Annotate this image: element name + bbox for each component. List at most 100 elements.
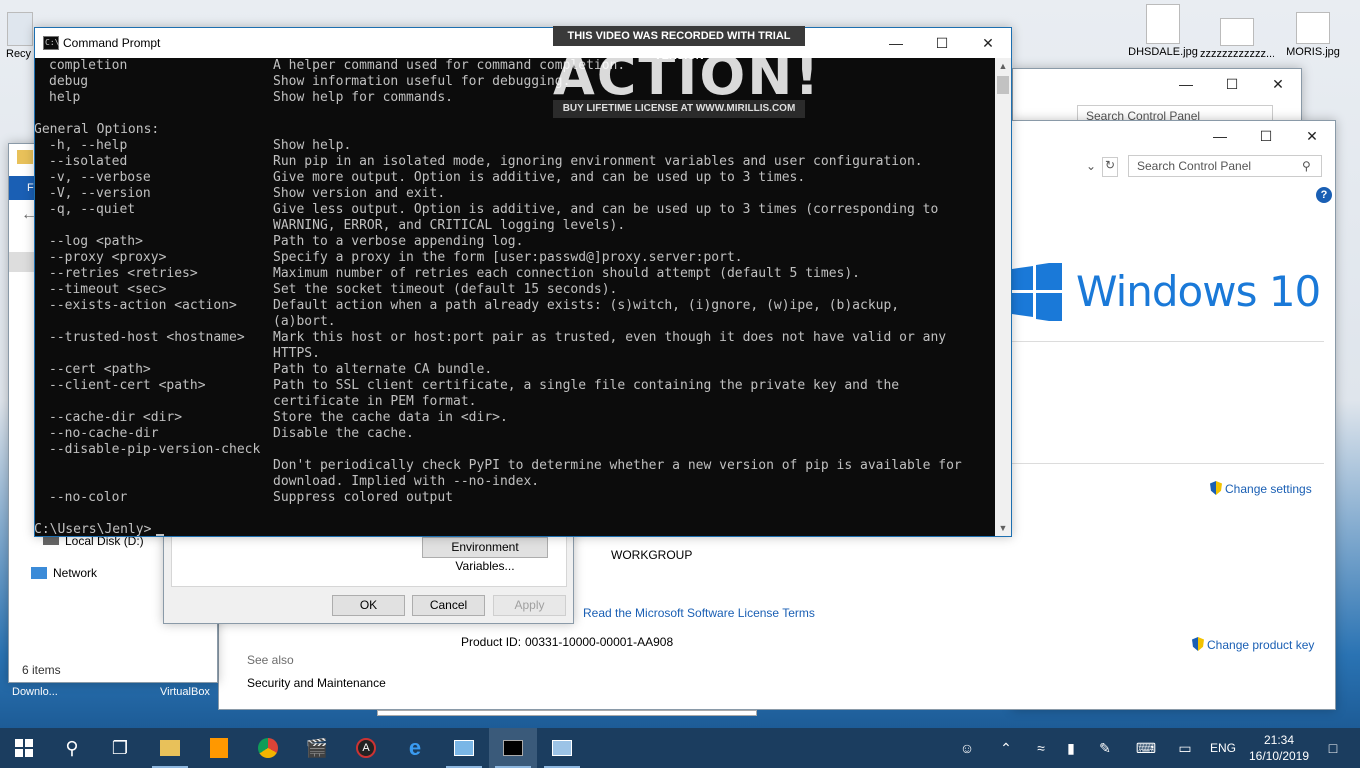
system-properties-icon[interactable] bbox=[538, 728, 586, 768]
file-explorer-icon[interactable] bbox=[146, 728, 194, 768]
network-icon bbox=[31, 567, 47, 579]
command-prompt-window: C:\ Command Prompt — ☐ ✕ completion A hel… bbox=[34, 27, 1012, 537]
people-icon[interactable]: ☺ bbox=[955, 728, 979, 768]
display-icon[interactable]: ▭ bbox=[1174, 728, 1196, 768]
scroll-up-icon[interactable]: ▲ bbox=[995, 58, 1011, 74]
start-button[interactable] bbox=[0, 728, 48, 768]
option-description: WARNING, ERROR, and CRITICAL logging lev… bbox=[273, 218, 626, 233]
change-settings-link[interactable]: Change settings bbox=[1210, 481, 1312, 496]
action-recorder-icon[interactable]: A bbox=[342, 728, 390, 768]
pen-icon[interactable]: ✎ bbox=[1094, 728, 1116, 768]
desktop-icon-label: DHSDALE.jpg bbox=[1128, 46, 1198, 58]
console-output[interactable]: completion A helper command used for comm… bbox=[35, 58, 997, 536]
option-name: --log <path> bbox=[49, 234, 143, 249]
option-description: Don't periodically check PyPI to determi… bbox=[273, 458, 962, 473]
change-settings-label: Change settings bbox=[1225, 482, 1312, 496]
refresh-icon[interactable]: ↻ bbox=[1102, 157, 1118, 177]
option-name: --exists-action <action> bbox=[49, 298, 237, 313]
option-name: --no-cache-dir bbox=[49, 426, 159, 441]
sublime-text-icon[interactable] bbox=[195, 728, 243, 768]
battery-icon[interactable]: ▮ bbox=[1060, 728, 1082, 768]
option-description: Mark this host or host:port pair as trus… bbox=[273, 330, 947, 345]
option-name: --cert <path> bbox=[49, 362, 151, 377]
cancel-button[interactable]: Cancel bbox=[412, 595, 485, 616]
license-terms-link[interactable]: Read the Microsoft Software License Term… bbox=[583, 606, 815, 620]
change-product-key-link[interactable]: Change product key bbox=[1192, 637, 1314, 652]
option-name: -q, --quiet bbox=[49, 202, 136, 217]
chrome-icon[interactable] bbox=[244, 728, 292, 768]
maximize-icon[interactable]: ☐ bbox=[1243, 121, 1289, 151]
network-item[interactable]: Network bbox=[31, 566, 97, 580]
minimize-icon[interactable]: — bbox=[873, 28, 919, 58]
console-line: completion A helper command used for comm… bbox=[35, 58, 997, 74]
watermark-bottom-text: BUY LIFETIME LICENSE AT WWW.MIRILLIS.COM bbox=[553, 100, 805, 118]
option-description: Specify a proxy in the form [user:passwd… bbox=[273, 250, 743, 265]
console-line: Don't periodically check PyPI to determi… bbox=[35, 458, 997, 474]
notifications-icon[interactable]: □ bbox=[1322, 728, 1344, 768]
close-icon[interactable]: ✕ bbox=[965, 28, 1011, 58]
option-name: --isolated bbox=[49, 154, 128, 169]
minimize-icon[interactable]: — bbox=[1163, 69, 1209, 99]
scroll-down-icon[interactable]: ▼ bbox=[995, 520, 1011, 536]
option-description: Give more output. Option is additive, an… bbox=[273, 170, 806, 185]
virtualbox-icon[interactable]: VirtualBox bbox=[150, 686, 220, 698]
search-input[interactable]: Search Control Panel bbox=[1128, 155, 1322, 177]
scroll-thumb[interactable] bbox=[997, 76, 1009, 94]
console-line: WARNING, ERROR, and CRITICAL logging lev… bbox=[35, 218, 997, 234]
chevron-up-icon[interactable]: ⌃ bbox=[996, 728, 1016, 768]
control-panel-window-back: — ☐ ✕ Search Control Panel bbox=[1012, 68, 1302, 127]
close-icon[interactable]: ✕ bbox=[1255, 69, 1301, 99]
option-description: Show version and exit. bbox=[273, 186, 446, 201]
folder-icon bbox=[17, 150, 33, 164]
console-line: --exists-action <action> Default action w… bbox=[35, 298, 997, 314]
clock[interactable]: 21:34 16/10/2019 bbox=[1244, 732, 1314, 764]
file-moris-icon[interactable]: MORIS.jpg bbox=[1276, 8, 1350, 58]
caption-buttons: — ☐ ✕ bbox=[873, 28, 1011, 58]
watermark-top-text: THIS VIDEO WAS RECORDED WITH TRIAL VERSI… bbox=[553, 26, 805, 62]
product-id-label: Product ID: bbox=[461, 635, 522, 649]
console-line: help Show help for commands. bbox=[35, 90, 997, 106]
keyboard-icon[interactable]: ⌨ bbox=[1134, 728, 1158, 768]
environment-variables-button[interactable]: Environment Variables... bbox=[422, 537, 548, 573]
text-cursor bbox=[156, 534, 164, 536]
movie-maker-icon[interactable]: 🎬 bbox=[293, 728, 341, 768]
option-name: -v, --verbose bbox=[49, 170, 151, 185]
window-title: Command Prompt bbox=[63, 36, 161, 50]
file-thumb bbox=[1146, 4, 1180, 44]
console-line: --isolated Run pip in an isolated mode, i… bbox=[35, 154, 997, 170]
recording-watermark: THIS VIDEO WAS RECORDED WITH TRIAL VERSI… bbox=[553, 26, 819, 118]
console-line: HTTPS. bbox=[35, 346, 997, 362]
option-name: -h, --help bbox=[49, 138, 128, 153]
console-line: --timeout <sec> Set the socket timeout (d… bbox=[35, 282, 997, 298]
wifi-icon[interactable]: ≈ bbox=[1030, 728, 1052, 768]
option-description: certificate in PEM format. bbox=[273, 394, 477, 409]
command-prompt-taskbar-icon[interactable] bbox=[489, 728, 537, 768]
minimize-icon[interactable]: — bbox=[1197, 121, 1243, 151]
help-icon[interactable]: ? bbox=[1316, 187, 1332, 203]
search-icon[interactable]: ⚲ bbox=[48, 728, 96, 768]
apply-button[interactable]: Apply bbox=[493, 595, 566, 616]
nav-selected-row bbox=[9, 252, 35, 272]
search-icon[interactable]: ⚲ bbox=[1302, 159, 1311, 173]
close-icon[interactable]: ✕ bbox=[1289, 121, 1335, 151]
language-indicator[interactable]: ENG bbox=[1208, 728, 1238, 768]
chevron-down-icon[interactable]: ⌄ bbox=[1086, 159, 1096, 173]
vertical-scrollbar[interactable]: ▲ ▼ bbox=[995, 58, 1011, 536]
control-panel-icon[interactable] bbox=[440, 728, 488, 768]
desktop-icon-label: VirtualBox bbox=[160, 686, 210, 698]
option-description: Suppress colored output bbox=[273, 490, 454, 505]
edge-icon[interactable]: e bbox=[391, 728, 439, 768]
console-line: --disable-pip-version-check bbox=[35, 442, 997, 458]
task-view-icon[interactable]: ❐ bbox=[96, 728, 144, 768]
security-maintenance-link[interactable]: Security and Maintenance bbox=[247, 676, 386, 690]
maximize-icon[interactable]: ☐ bbox=[1209, 69, 1255, 99]
maximize-icon[interactable]: ☐ bbox=[919, 28, 965, 58]
cmd-titlebar[interactable]: C:\ Command Prompt — ☐ ✕ bbox=[35, 28, 1011, 58]
ok-button[interactable]: OK bbox=[332, 595, 405, 616]
file-zzz-icon[interactable]: zzzzzzzzzzzz... bbox=[1200, 14, 1274, 60]
downloads-icon[interactable]: Downlo... bbox=[0, 686, 70, 698]
network-label: Network bbox=[53, 566, 98, 580]
file-dhsdale-icon[interactable]: DHSDALE.jpg bbox=[1126, 0, 1200, 58]
console-line: certificate in PEM format. bbox=[35, 394, 997, 410]
option-description: Show information useful for debugging. bbox=[273, 74, 571, 89]
